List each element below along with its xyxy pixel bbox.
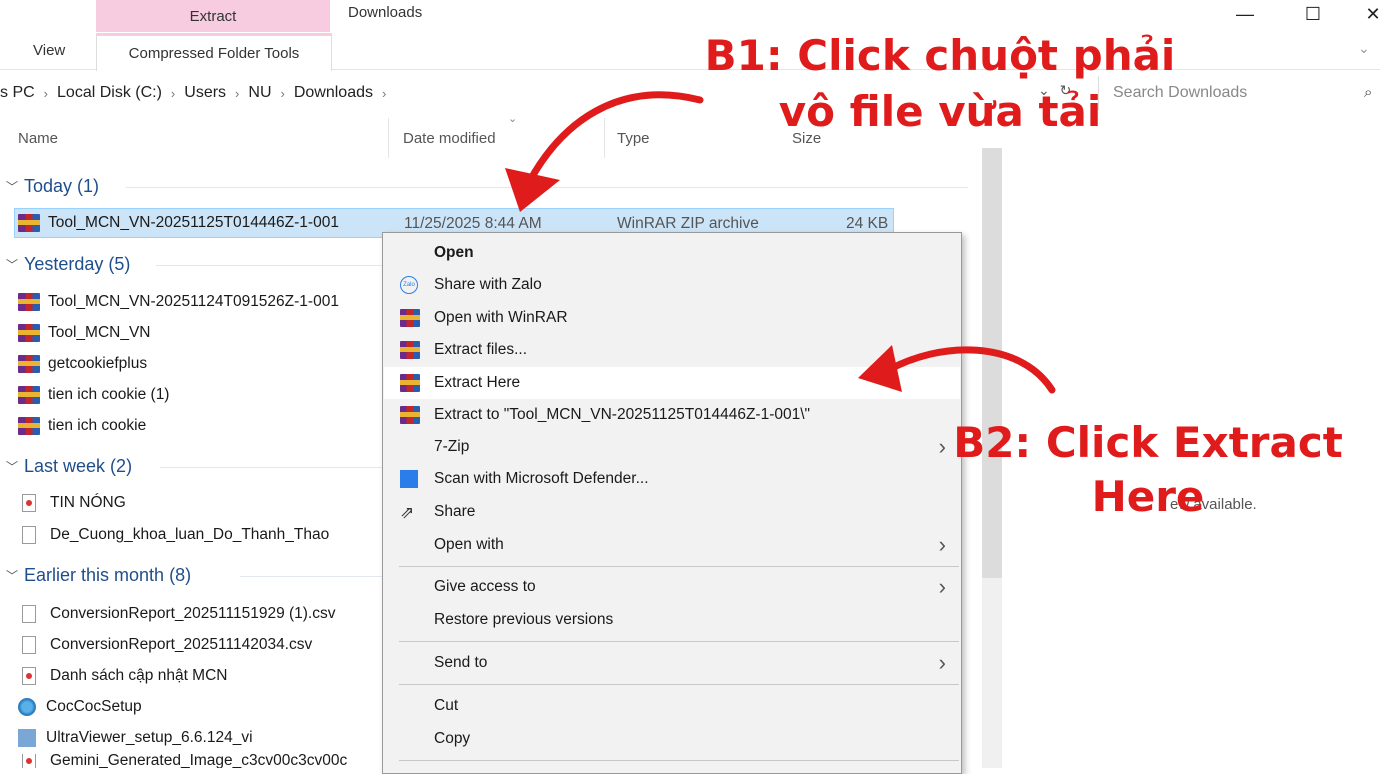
annotation-arrows <box>505 91 1056 394</box>
arrow-step2 <box>858 345 1056 394</box>
arrow-step1 <box>505 91 704 212</box>
